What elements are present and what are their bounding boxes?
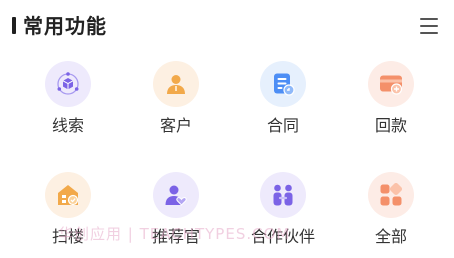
referrer-icon-bg — [153, 172, 199, 218]
all-icon-bg — [368, 172, 414, 218]
card-header: 常用功能 — [12, 10, 442, 42]
function-label: 客户 — [159, 116, 192, 135]
hamburger-menu-icon — [420, 18, 438, 34]
common-functions-card: 常用功能 线索 客户 合同 回款 扫楼 推荐官 合作伙伴 全部 华创应用 | T… — [0, 0, 454, 258]
user-icon — [167, 75, 185, 94]
customers-icon-bg — [153, 61, 199, 107]
function-label: 回款 — [374, 116, 407, 135]
function-tile-customers[interactable]: 客户 — [126, 56, 226, 148]
title-accent-bar — [12, 17, 16, 34]
card-payment-icon — [380, 75, 403, 95]
function-label: 扫楼 — [51, 227, 84, 246]
partners-icon-bg — [260, 172, 306, 218]
function-tile-partners[interactable]: 合作伙伴 — [233, 167, 333, 258]
document-icon — [274, 73, 295, 96]
function-label: 全部 — [374, 227, 407, 246]
function-tile-leads[interactable]: 线索 — [18, 56, 118, 148]
card-title: 常用功能 — [23, 14, 107, 38]
function-label: 推荐官 — [151, 227, 200, 246]
function-tile-payments[interactable]: 回款 — [341, 56, 441, 148]
payments-icon-bg — [368, 61, 414, 107]
building-icon — [58, 185, 79, 206]
user-heart-icon — [165, 185, 187, 206]
menu-button[interactable] — [416, 14, 442, 38]
cube-network-icon — [57, 72, 79, 95]
function-label: 线索 — [51, 116, 84, 135]
function-tile-sweep-building[interactable]: 扫楼 — [18, 167, 118, 258]
function-label: 合同 — [266, 116, 299, 135]
contracts-icon-bg — [260, 61, 306, 107]
function-tile-all[interactable]: 全部 — [341, 167, 441, 258]
all-apps-icon — [380, 183, 403, 206]
partners-icon — [273, 184, 293, 206]
function-label: 合作伙伴 — [250, 227, 315, 246]
sweep-building-icon-bg — [45, 172, 91, 218]
leads-icon-bg — [45, 61, 91, 107]
function-grid: 线索 客户 合同 回款 扫楼 推荐官 合作伙伴 全部 — [0, 56, 454, 256]
function-tile-contracts[interactable]: 合同 — [233, 56, 333, 148]
function-tile-referrer[interactable]: 推荐官 — [126, 167, 226, 258]
